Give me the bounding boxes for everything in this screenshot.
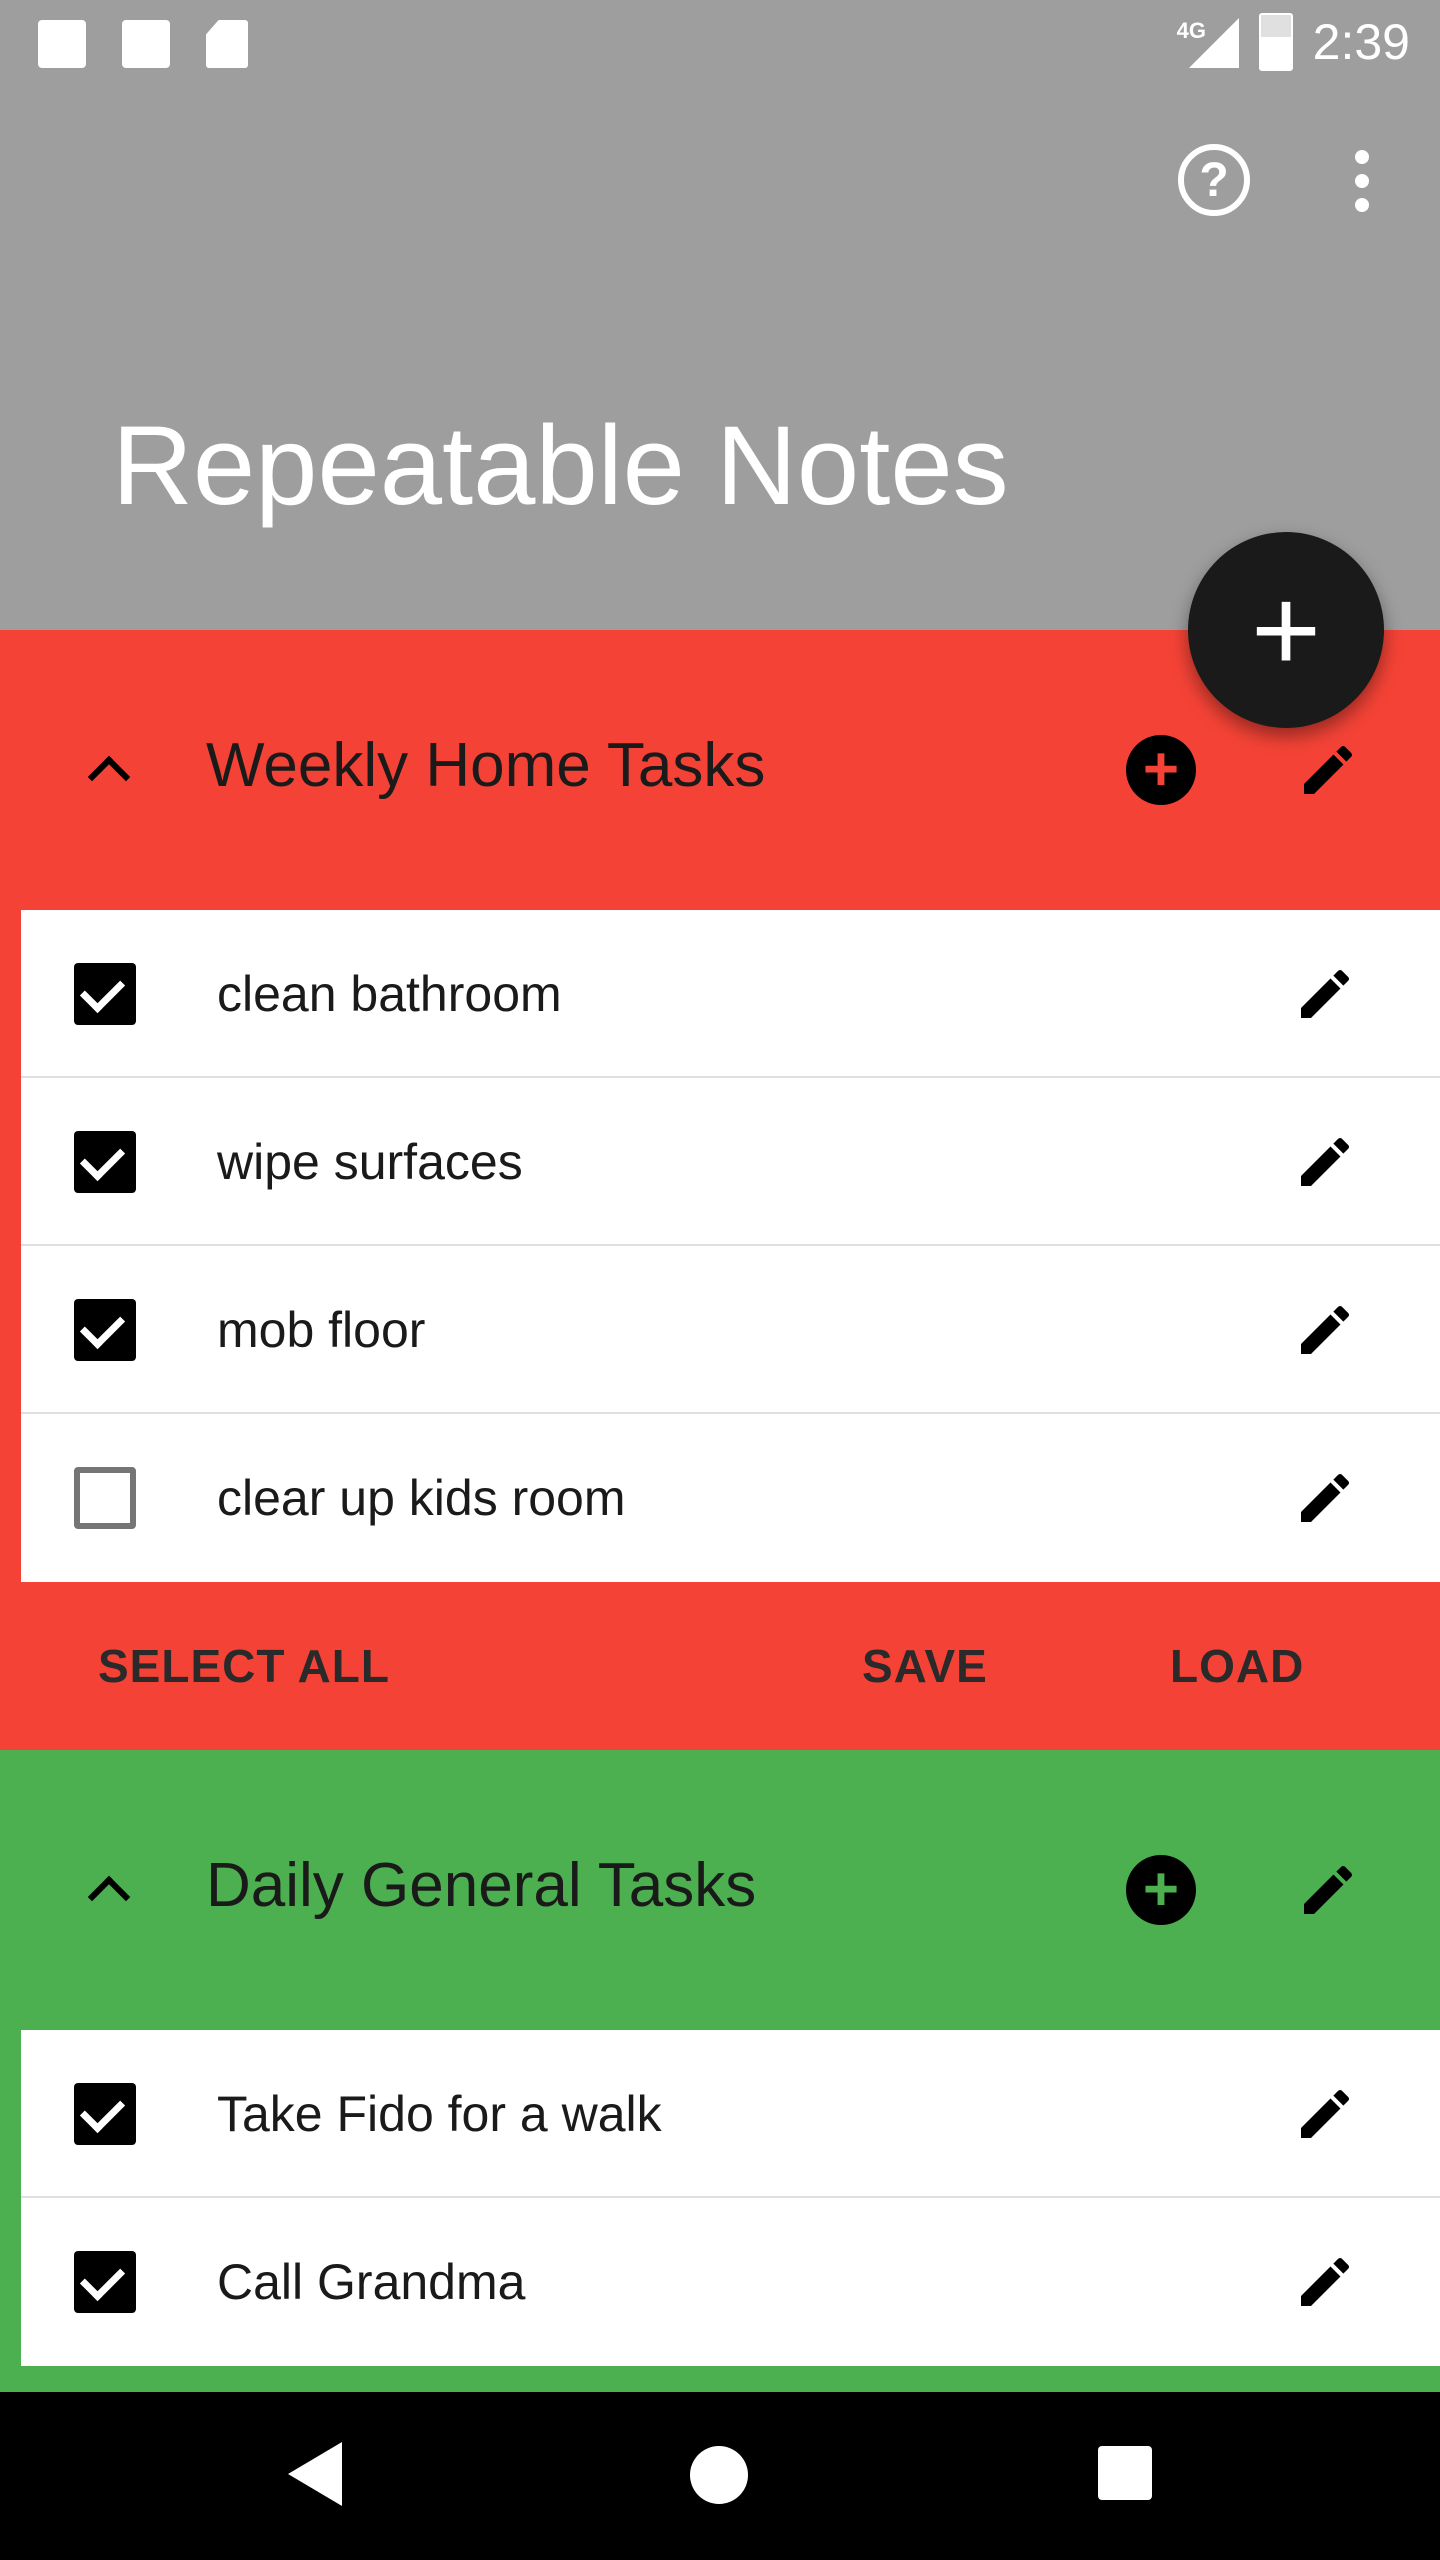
item-checkbox[interactable] — [74, 1299, 136, 1361]
home-icon[interactable] — [690, 2446, 748, 2504]
edit-item-icon[interactable] — [1293, 1130, 1357, 1194]
item-text: Take Fido for a walk — [217, 2086, 662, 2142]
add-list-button[interactable]: + — [1188, 532, 1384, 728]
select-all-button[interactable]: SELECT ALL — [98, 1582, 390, 1750]
back-icon[interactable] — [288, 2442, 342, 2506]
sd-card-icon — [206, 20, 248, 68]
edit-list-icon[interactable] — [1296, 1858, 1360, 1922]
list-daily-general-tasks: Daily General Tasks + Take Fido for a wa… — [0, 1750, 1440, 2392]
recents-icon[interactable] — [1098, 2446, 1152, 2500]
edit-item-icon[interactable] — [1293, 2250, 1357, 2314]
list-item: Take Fido for a walk — [21, 2030, 1440, 2198]
edit-item-icon[interactable] — [1293, 2082, 1357, 2146]
status-bar: 4G 2:39 — [0, 0, 1440, 84]
notification-icons — [38, 20, 248, 68]
notification-icon — [122, 20, 170, 68]
item-text: clean bathroom — [217, 966, 562, 1022]
help-icon[interactable]: ? — [1178, 144, 1250, 216]
list-title: Daily General Tasks — [206, 1851, 757, 1920]
item-checkbox[interactable] — [74, 963, 136, 1025]
list-title: Weekly Home Tasks — [206, 731, 766, 800]
more-options-icon[interactable] — [1334, 140, 1390, 222]
list-item: Call Grandma — [21, 2198, 1440, 2366]
battery-icon — [1258, 13, 1293, 71]
page-title: Repeatable Notes — [112, 403, 1009, 528]
list-weekly-home-tasks: Weekly Home Tasks + clean bathroom wipe … — [0, 630, 1440, 1750]
edit-item-icon[interactable] — [1293, 1298, 1357, 1362]
list-item: mob floor — [21, 1246, 1440, 1414]
list-header: Daily General Tasks + — [0, 1750, 1440, 2030]
item-checkbox[interactable] — [74, 2251, 136, 2313]
item-checkbox[interactable] — [74, 2083, 136, 2145]
notification-icon — [38, 20, 86, 68]
navigation-bar — [0, 2392, 1440, 2560]
item-text: mob floor — [217, 1302, 426, 1358]
item-checkbox[interactable] — [74, 1131, 136, 1193]
load-button[interactable]: LOAD — [1170, 1582, 1304, 1750]
add-item-icon[interactable]: + — [1126, 735, 1196, 805]
item-checkbox[interactable] — [74, 1467, 136, 1529]
edit-item-icon[interactable] — [1293, 1466, 1357, 1530]
clock: 2:39 — [1312, 14, 1410, 70]
item-text: Call Grandma — [217, 2254, 526, 2310]
add-item-icon[interactable]: + — [1126, 1855, 1196, 1925]
system-indicators: 4G 2:39 — [1175, 12, 1410, 72]
edit-item-icon[interactable] — [1293, 962, 1357, 1026]
item-text: wipe surfaces — [217, 1134, 523, 1190]
list-item: clear up kids room — [21, 1414, 1440, 1582]
save-button[interactable]: SAVE — [862, 1582, 988, 1750]
list-actions: SELECT ALL SAVE LOAD — [0, 1582, 1440, 1750]
signal-icon: 4G — [1175, 14, 1239, 70]
chevron-up-icon[interactable] — [78, 1860, 138, 1920]
edit-list-icon[interactable] — [1296, 738, 1360, 802]
list-item: wipe surfaces — [21, 1078, 1440, 1246]
chevron-up-icon[interactable] — [78, 740, 138, 800]
list-item: clean bathroom — [21, 910, 1440, 1078]
item-text: clear up kids room — [217, 1470, 626, 1526]
